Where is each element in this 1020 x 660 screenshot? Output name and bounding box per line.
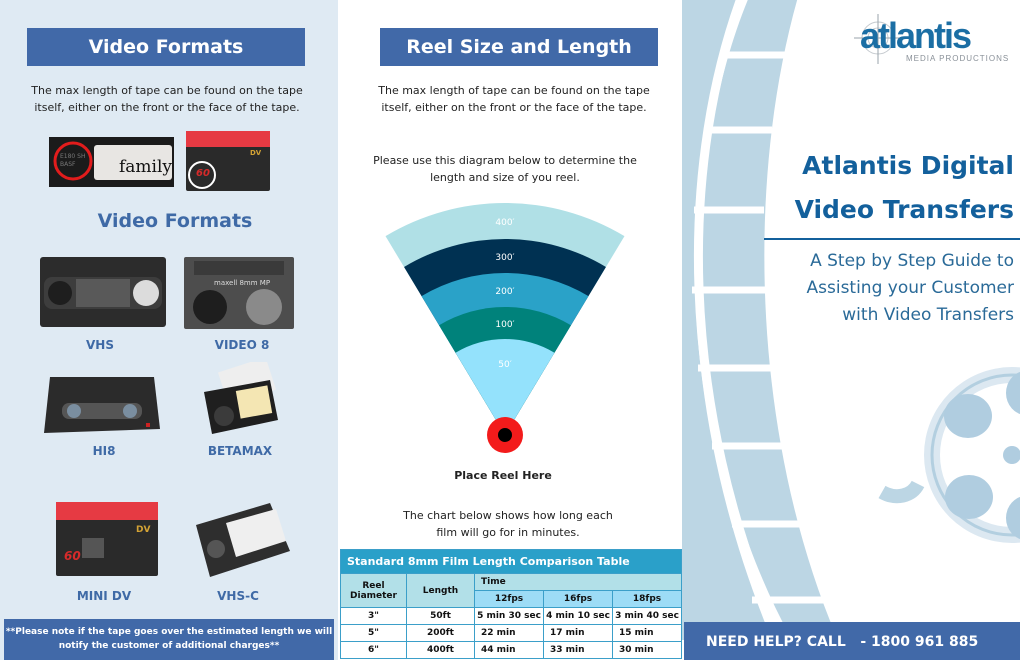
svg-text:BASF: BASF (60, 161, 76, 168)
video-formats-intro: The max length of tape can be found on t… (31, 84, 303, 114)
vhs-label-example-image: family E180 SH BASF (49, 137, 174, 187)
film-length-table: Standard 8mm Film Length Comparison Tabl… (340, 549, 682, 659)
cell-16fps: 17 min (543, 624, 613, 642)
reel-band-label: 50′ (498, 360, 512, 370)
reel-band-label: 300′ (495, 253, 514, 263)
vhs-label-handwriting: family (119, 157, 172, 177)
cell-diameter: 6" (340, 641, 407, 659)
place-reel-label: Place Reel Here (454, 469, 552, 482)
format-label-video8: VIDEO 8 (214, 338, 270, 352)
table-row: 6" 400ft 44 min 33 min 30 min (340, 641, 682, 659)
video-formats-panel: Video Formats The max length of tape can… (0, 0, 338, 660)
cover-subtitle-line3: with Video Transfers (842, 305, 1014, 325)
col-length: Length (406, 573, 475, 608)
reel-size-intro: The max length of tape can be found on t… (378, 84, 650, 114)
vhs-tape-image (40, 257, 166, 327)
cell-length: 200ft (406, 624, 475, 642)
film-reel-icon (878, 367, 1020, 543)
betamax-tape-image (204, 362, 278, 434)
minidv-tape-image: DV 60 (56, 502, 158, 576)
reel-size-panel: Reel Size and Length The max length of t… (338, 0, 682, 660)
atlantis-logo: atlantis MEDIA PRODUCTIONS (854, 14, 1009, 64)
svg-text:maxell 8mm MP: maxell 8mm MP (214, 279, 270, 287)
cell-18fps: 30 min (612, 641, 682, 659)
logo-tagline: MEDIA PRODUCTIONS (906, 54, 1009, 63)
cover-title: Atlantis Digital Video Transfers (742, 144, 1020, 232)
title-divider (764, 238, 1020, 240)
cell-18fps: 3 min 40 sec (612, 607, 682, 625)
reel-band-label: 400′ (495, 218, 514, 228)
cover-subtitle-line1: A Step by Step Guide to (810, 251, 1014, 271)
chart-intro: The chart below shows how long each film… (403, 509, 613, 539)
cell-16fps: 4 min 10 sec (543, 607, 613, 625)
cell-length: 50ft (406, 607, 475, 625)
cover-title-line2: Video Transfers (794, 195, 1014, 224)
format-label-hi8: HI8 (92, 444, 116, 458)
cover-subtitle-line2: Assisting your Customer (806, 278, 1015, 298)
diagram-intro: Please use this diagram below to determi… (373, 154, 637, 184)
cover-subtitle: A Step by Step Guide to Assisting your C… (742, 248, 1015, 329)
col-18fps: 18fps (612, 590, 682, 608)
cell-length: 400ft (406, 641, 475, 659)
col-reel-diameter: Reel Diameter (340, 573, 407, 608)
format-label-vhsc: VHS-C (217, 589, 259, 603)
vhsc-tape-image (196, 503, 290, 577)
format-label-betamax: BETAMAX (207, 444, 273, 458)
cell-16fps: 33 min (543, 641, 613, 659)
video8-tape-image: maxell 8mm MP (184, 257, 294, 329)
film-strip-decoration (682, 0, 1020, 642)
reel-band-label: 100′ (495, 320, 514, 330)
svg-text:60: 60 (196, 168, 210, 179)
help-phone-banner: NEED HELP? CALL - 1800 961 885 (684, 622, 1020, 660)
col-12fps: 12fps (474, 590, 544, 608)
minidv-label-example-image: DV 60 (186, 131, 270, 191)
format-label-minidv: MINI DV (76, 589, 132, 603)
svg-text:DV: DV (136, 525, 150, 535)
cover-title-line1: Atlantis Digital (802, 151, 1014, 180)
col-time: Time (474, 573, 682, 591)
svg-text:DV: DV (250, 149, 262, 157)
format-label-vhs: VHS (86, 338, 114, 352)
cell-diameter: 3" (340, 607, 407, 625)
cell-12fps: 22 min (474, 624, 544, 642)
reel-size-diagram: 400′ 300′ 200′ 100′ 50′ (385, 203, 625, 453)
table-title: Standard 8mm Film Length Comparison Tabl… (340, 549, 682, 574)
cell-diameter: 5" (340, 624, 407, 642)
cover-panel: atlantis MEDIA PRODUCTIONS Atlantis Digi… (682, 0, 1020, 660)
cell-12fps: 5 min 30 sec (474, 607, 544, 625)
table-row: 3" 50ft 5 min 30 sec 4 min 10 sec 3 min … (340, 607, 682, 625)
cell-12fps: 44 min (474, 641, 544, 659)
reel-size-banner: Reel Size and Length (380, 28, 658, 66)
table-row: 5" 200ft 22 min 17 min 15 min (340, 624, 682, 642)
svg-text:E180 SH: E180 SH (60, 153, 85, 160)
svg-text:60: 60 (64, 549, 81, 563)
video-formats-banner: Video Formats (27, 28, 305, 66)
reel-center-dot-icon (498, 428, 512, 442)
reel-band-label: 200′ (495, 287, 514, 297)
cell-18fps: 15 min (612, 624, 682, 642)
logo-wordmark: atlantis (860, 15, 971, 56)
hi8-tape-image (44, 377, 160, 433)
video-formats-subtitle: Video Formats (97, 210, 253, 232)
additional-charges-note: **Please note if the tape goes over the … (4, 619, 334, 660)
col-16fps: 16fps (543, 590, 613, 608)
